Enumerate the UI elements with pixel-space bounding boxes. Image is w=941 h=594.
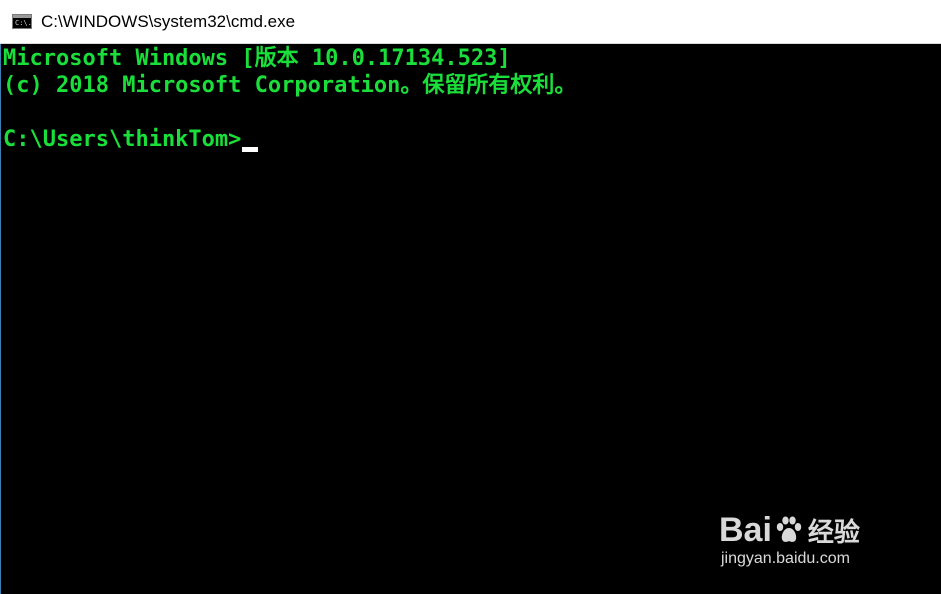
console-line-version: Microsoft Windows [版本 10.0.17134.523]: [3, 46, 511, 71]
watermark-brand: Bai 经验: [719, 512, 860, 551]
prompt-row[interactable]: C:\Users\thinkTom>: [3, 127, 259, 153]
watermark-brand-right: 经验: [807, 518, 860, 548]
title-bar[interactable]: C:\. C:\WINDOWS\system32\cmd.exe: [0, 0, 941, 44]
cmd-window: C:\. C:\WINDOWS\system32\cmd.exe Microso…: [0, 0, 941, 594]
baidu-jingyan-watermark: Bai 经验 jingyan.baidu.com: [719, 512, 889, 572]
icon-title-strip: [13, 15, 31, 18]
command-prompt: C:\Users\thinkTom>: [3, 127, 242, 152]
console-line-copyright: (c) 2018 Microsoft Corporation。保留所有权利。: [3, 73, 577, 98]
baidu-paw-icon: [776, 516, 802, 542]
cmd-icon[interactable]: C:\.: [12, 14, 32, 29]
console-area[interactable]: Microsoft Windows [版本 10.0.17134.523] (c…: [0, 44, 941, 594]
watermark-url: jingyan.baidu.com: [721, 550, 850, 567]
icon-prompt-glyph: C:\.: [15, 19, 32, 27]
window-title: C:\WINDOWS\system32\cmd.exe: [41, 12, 296, 31]
watermark-brand-left: Bai: [719, 511, 772, 549]
text-cursor: [242, 147, 259, 152]
